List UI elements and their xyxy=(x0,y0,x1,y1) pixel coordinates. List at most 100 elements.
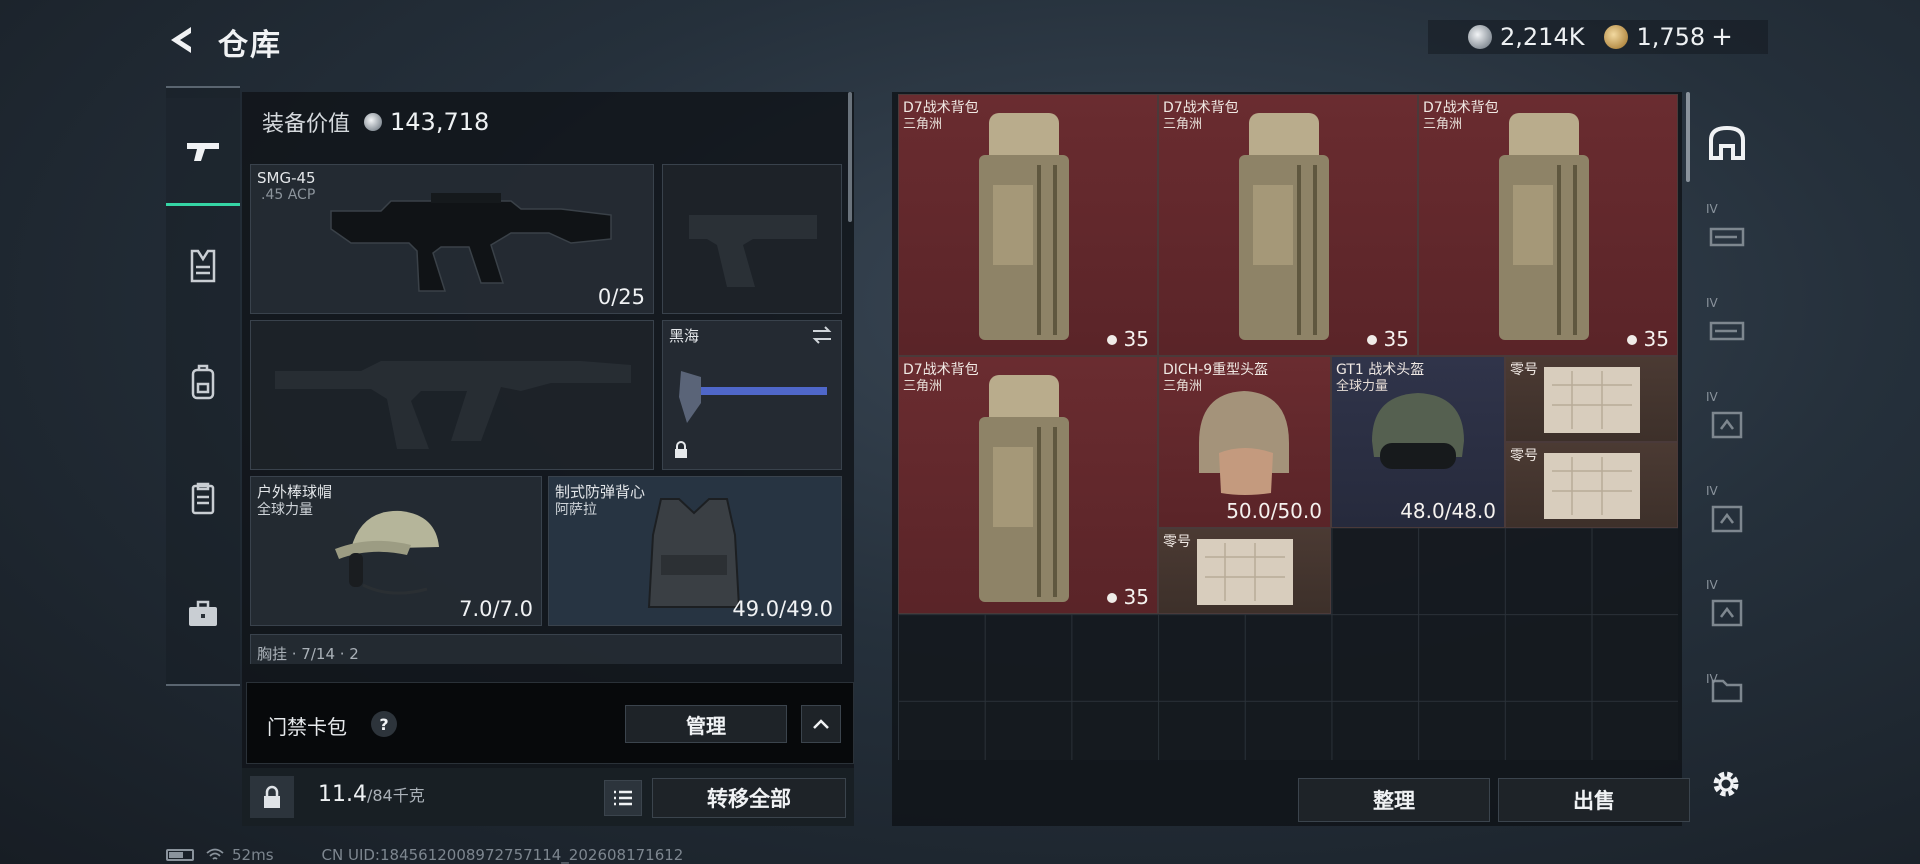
storage-panel: D7战术背包 三角洲 35 D7战术背包 三角洲 35 D7战术背包 三角洲 3… xyxy=(892,92,1682,826)
transfer-all-button[interactable]: 转移全部 xyxy=(652,778,846,818)
storage-grid: D7战术背包 三角洲 35 D7战术背包 三角洲 35 D7战术背包 三角洲 3… xyxy=(898,94,1678,760)
item-value: 35 xyxy=(1365,327,1409,351)
tab-briefcase[interactable] xyxy=(166,560,240,668)
item-name: 零号 xyxy=(1163,534,1191,550)
item-value: 35 xyxy=(1105,327,1149,351)
currency-bar: 2,214K 1,758 + xyxy=(1428,20,1768,54)
equipment-scrollbar[interactable] xyxy=(848,92,852,222)
chest-rig-label: 胸挂 · 7/14 · 2 xyxy=(257,645,359,663)
equipment-value-label: 装备价值 xyxy=(262,112,351,137)
add-currency-button[interactable]: + xyxy=(1711,22,1733,52)
item-value: 48.0/48.0 xyxy=(1400,499,1496,523)
lock-icon xyxy=(264,785,280,808)
rail-item-box-2[interactable]: IV xyxy=(1696,472,1758,564)
storage-scrollbar[interactable] xyxy=(1686,92,1690,182)
pistol-silhouette-icon xyxy=(689,215,817,287)
access-card-label: 门禁卡包 xyxy=(267,715,347,739)
home-storage-icon xyxy=(1709,125,1745,160)
rail-item-box-1[interactable]: IV xyxy=(1696,378,1758,470)
lock-icon xyxy=(675,441,687,458)
ammo-box-icon xyxy=(1711,411,1743,439)
storage-item-heavy-helmet[interactable]: DICH-9重型头盔 三角洲 50.0/50.0 xyxy=(1158,356,1331,528)
weapon-ammo: .45 ACP xyxy=(261,187,316,203)
manage-button[interactable]: 管理 xyxy=(625,705,787,743)
storage-item-map-2[interactable]: 零号 xyxy=(1505,442,1678,528)
baseball-cap-icon xyxy=(335,510,439,595)
item-sub: 三角洲 xyxy=(1163,117,1203,132)
map-icon xyxy=(1544,453,1640,519)
rifle-weapon-slot[interactable] xyxy=(250,320,654,470)
tier-label: IV xyxy=(1706,202,1718,216)
item-value: 50.0/50.0 xyxy=(1226,499,1322,523)
item-name: 零号 xyxy=(1510,362,1538,378)
map-icon xyxy=(1197,539,1293,605)
bag-icon xyxy=(1106,593,1117,603)
vest-icon xyxy=(190,249,216,283)
weapon-case-icon xyxy=(1709,321,1745,341)
tier-label: IV xyxy=(1706,390,1718,404)
smg-icon xyxy=(330,193,612,292)
backpack-item-icon xyxy=(979,375,1069,602)
storage-item-backpack-2[interactable]: D7战术背包 三角洲 35 xyxy=(1158,94,1418,356)
equipment-value: 装备价值 143,718 xyxy=(262,106,489,138)
helmet-slot[interactable]: 户外棒球帽 全球力量 7.0/7.0 xyxy=(250,476,542,626)
weapon-case-icon xyxy=(1709,227,1745,247)
tier-label: IV xyxy=(1706,484,1718,498)
collapse-button[interactable] xyxy=(801,705,841,743)
rail-item-case-2[interactable]: IV xyxy=(1696,284,1758,376)
rail-item-box-3[interactable]: IV xyxy=(1696,566,1758,658)
list-view-button[interactable] xyxy=(604,780,642,816)
armor-slot[interactable]: 制式防弹背心 阿萨拉 49.0/49.0 xyxy=(548,476,842,626)
tab-weapons[interactable] xyxy=(166,98,240,206)
rifle-silhouette-icon xyxy=(275,361,631,449)
primary-weapon-slot[interactable]: SMG-45 .45 ACP 0/25 xyxy=(250,164,654,314)
storage-item-map-1[interactable]: 零号 xyxy=(1505,356,1678,442)
settings-button[interactable] xyxy=(1704,762,1748,806)
weight-lock-button[interactable] xyxy=(250,776,294,818)
storage-item-backpack-3[interactable]: D7战术背包 三角洲 35 xyxy=(1418,94,1678,356)
weapon-name: SMG-45 xyxy=(257,169,316,187)
rail-item-folder[interactable]: IV xyxy=(1696,660,1758,720)
weight-bar: 11.4/84千克 转移全部 xyxy=(242,768,854,826)
sell-button[interactable]: 出售 xyxy=(1498,778,1690,822)
storage-item-backpack-1[interactable]: D7战术背包 三角洲 35 xyxy=(898,94,1158,356)
gold-amount: 1,758 xyxy=(1636,23,1706,51)
item-sub: 三角洲 xyxy=(1423,117,1463,132)
storage-item-tactical-helmet[interactable]: GT1 战术头盔 全球力量 48.0/48.0 xyxy=(1331,356,1505,528)
storage-item-map-3[interactable]: 零号 xyxy=(1158,528,1331,614)
rail-item-case-1[interactable]: IV xyxy=(1696,190,1758,282)
tab-vest[interactable] xyxy=(166,212,240,320)
sort-button[interactable]: 整理 xyxy=(1298,778,1490,822)
item-name: 零号 xyxy=(1510,448,1538,464)
swap-icon[interactable] xyxy=(811,325,833,345)
melee-weapon-slot[interactable]: 黑海 xyxy=(662,320,842,470)
item-sub: 三角洲 xyxy=(903,379,943,394)
silver-coin-icon xyxy=(364,113,383,131)
wifi-icon xyxy=(206,848,224,860)
backpack-item-icon xyxy=(979,113,1069,340)
weight-capacity: /84千克 xyxy=(366,786,425,805)
chevron-up-icon xyxy=(813,719,829,729)
silver-amount: 2,214K xyxy=(1500,23,1585,51)
chest-rig-slot[interactable]: 胸挂 · 7/14 · 2 xyxy=(250,634,842,664)
map-icon xyxy=(1544,367,1640,433)
tab-clipboard[interactable] xyxy=(166,444,240,552)
gun-icon xyxy=(187,142,219,161)
gold-coin-icon xyxy=(1604,25,1629,49)
ammo-box-icon xyxy=(1711,599,1743,627)
back-arrow-icon xyxy=(171,27,191,53)
secondary-weapon-slot[interactable] xyxy=(662,164,842,314)
storage-item-backpack-4[interactable]: D7战术背包 三角洲 35 xyxy=(898,356,1158,614)
tier-label: IV xyxy=(1706,578,1718,592)
armor-faction: 阿萨拉 xyxy=(555,502,597,518)
bag-icon xyxy=(1366,335,1377,345)
back-button[interactable] xyxy=(160,18,204,62)
helmet-durability: 7.0/7.0 xyxy=(459,597,533,621)
access-card-bar: 门禁卡包 ? 管理 xyxy=(246,682,854,764)
ping-text: 52ms xyxy=(232,846,274,864)
rail-item-home[interactable] xyxy=(1696,96,1758,188)
tier-label: IV xyxy=(1706,296,1718,310)
help-button[interactable]: ? xyxy=(371,711,397,737)
item-value: 35 xyxy=(1105,585,1149,609)
tab-backpack[interactable] xyxy=(166,328,240,436)
